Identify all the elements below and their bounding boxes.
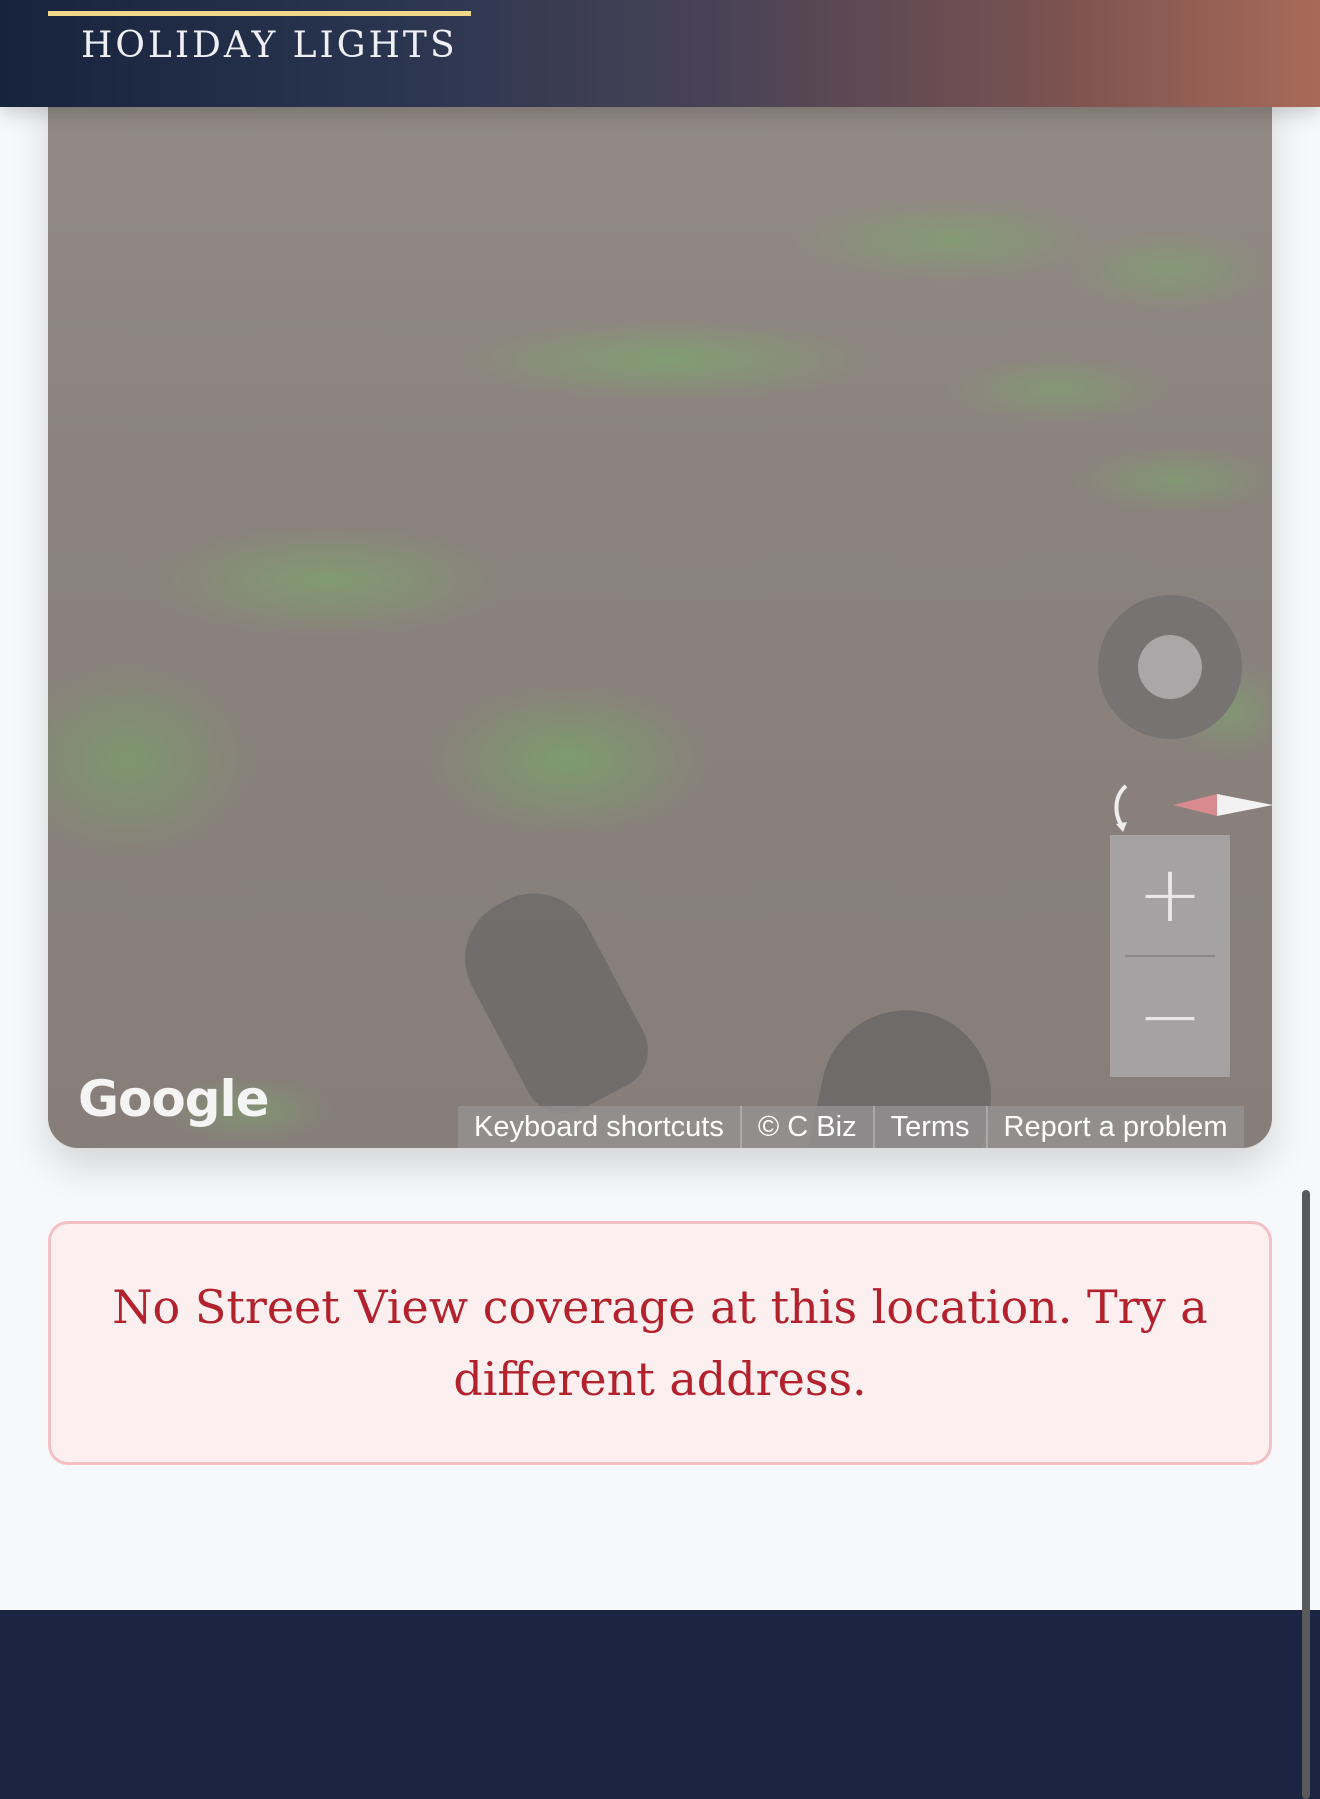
pegman-icon[interactable]: [1098, 595, 1242, 739]
terms-link[interactable]: Terms: [872, 1106, 986, 1148]
report-problem-link[interactable]: Report a problem: [985, 1106, 1244, 1148]
zoom-in-button[interactable]: +: [1110, 835, 1230, 955]
rotate-icon[interactable]: [1108, 780, 1138, 840]
zoom-control: + −: [1110, 835, 1230, 1077]
scrollbar[interactable]: [1302, 1190, 1310, 1799]
plus-icon: +: [1137, 850, 1203, 940]
rotate-arrow-icon: [1114, 784, 1128, 832]
keyboard-shortcuts-link[interactable]: Keyboard shortcuts: [458, 1106, 740, 1148]
error-message: No Street View coverage at this location…: [112, 1280, 1208, 1406]
google-logo: Google: [78, 1070, 270, 1128]
copyright-text: © C Biz: [739, 1106, 873, 1148]
site-header: HOLIDAY LIGHTS: [0, 0, 1320, 107]
site-title[interactable]: HOLIDAY LIGHTS: [81, 25, 458, 66]
error-alert: No Street View coverage at this location…: [48, 1221, 1272, 1465]
compass-icon[interactable]: [1173, 790, 1272, 820]
zoom-out-button[interactable]: −: [1110, 957, 1230, 1077]
map-attribution-bar: Keyboard shortcuts © C Biz Terms Report …: [458, 1106, 1244, 1148]
header-accent-bar: [48, 11, 471, 16]
street-view-panel[interactable]: + − Google Keyboard shortcuts © C Biz Te…: [48, 60, 1272, 1148]
minus-icon: −: [1137, 972, 1203, 1062]
page: HOLIDAY LIGHTS + − Google Keyboard short…: [0, 0, 1320, 1799]
pegman-dot: [1138, 635, 1202, 699]
site-footer: [0, 1610, 1320, 1799]
street-view-imagery-foot: [443, 872, 663, 1128]
